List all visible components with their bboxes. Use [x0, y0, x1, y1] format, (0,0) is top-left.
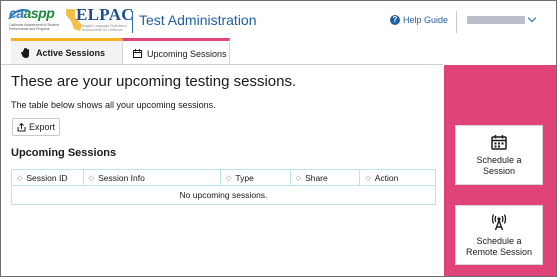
user-name-redacted	[467, 16, 525, 24]
tab-active-sessions-label: Active Sessions	[36, 48, 106, 58]
main-content: These are your upcoming testing sessions…	[1, 65, 444, 276]
broadcast-tower-icon	[491, 213, 507, 230]
action-panel: Schedule a Session Schedule a Remote Ses…	[444, 65, 556, 276]
session-tabs: Active Sessions Upcoming Sessions	[1, 38, 556, 66]
question-circle-icon: ?	[390, 15, 400, 25]
elpac-tagline: English Language Proficiency Assessments…	[82, 24, 127, 32]
sort-icon: ◇	[226, 174, 232, 182]
caaspp-wordmark: caaspp	[9, 5, 55, 21]
page-title: Test Administration	[139, 12, 257, 28]
schedule-remote-session-label: Schedule a Remote Session	[465, 235, 533, 257]
export-icon	[17, 122, 26, 131]
column-header-label: Share	[305, 172, 328, 183]
sort-icon: ◇	[17, 174, 23, 182]
sort-icon: ◇	[295, 174, 302, 182]
section-description: The table below shows all your upcoming …	[11, 100, 216, 110]
column-header-session-info[interactable]: ◇ Session Info	[84, 170, 221, 185]
schedule-remote-session-button[interactable]: Schedule a Remote Session	[455, 205, 543, 265]
tab-upcoming-sessions-label: Upcoming Sessions	[147, 48, 227, 59]
header-divider	[132, 11, 133, 33]
schedule-session-label: Schedule a Session	[476, 154, 522, 176]
upcoming-sessions-table: ◇ Session ID ◇ Session Info ◇ Type ◇ Sha…	[11, 169, 436, 205]
elpac-wordmark: ELPAC	[76, 5, 134, 24]
user-menu[interactable]	[467, 13, 537, 24]
tab-upcoming-sessions[interactable]: Upcoming Sessions	[122, 38, 230, 66]
sort-icon: ◇	[88, 174, 95, 182]
chevron-down-icon	[527, 13, 537, 23]
column-header-label: Session ID	[26, 172, 68, 183]
column-header-session-id[interactable]: ◇ Session ID	[12, 170, 84, 185]
column-header-type[interactable]: ◇ Type	[221, 170, 291, 185]
table-header: ◇ Session ID ◇ Session Info ◇ Type ◇ Sha…	[12, 170, 435, 186]
export-button[interactable]: Export	[12, 118, 60, 136]
schedule-session-button[interactable]: Schedule a Session	[455, 125, 543, 185]
column-header-label: Type	[235, 172, 254, 183]
column-header-share[interactable]: ◇ Share	[291, 170, 361, 185]
section-heading: These are your upcoming testing sessions…	[11, 73, 297, 90]
tab-active-sessions[interactable]: Active Sessions	[11, 38, 131, 65]
elpac-logo[interactable]: ELPAC English Language Proficiency Asses…	[63, 5, 134, 35]
caaspp-tagline: California Assessment of Student Perform…	[9, 23, 59, 31]
hand-icon	[21, 48, 29, 58]
column-header-action[interactable]: ◇ Action	[360, 170, 435, 185]
help-guide-link[interactable]: ? Help Guide	[390, 15, 448, 25]
caaspp-logo[interactable]: caaspp California Assessment of Student …	[7, 5, 67, 35]
empty-table-message: No upcoming sessions.	[179, 190, 268, 200]
calendar-icon	[491, 134, 507, 150]
calendar-icon	[133, 49, 142, 58]
help-guide-label: Help Guide	[403, 15, 449, 25]
app-header: caaspp California Assessment of Student …	[1, 1, 556, 39]
table-title: Upcoming Sessions	[11, 147, 117, 159]
column-header-label: Session Info	[98, 172, 145, 183]
sort-icon: ◇	[365, 174, 371, 182]
export-label: Export	[28, 122, 55, 132]
column-header-label: Action	[374, 172, 399, 183]
header-divider-right	[456, 11, 457, 33]
